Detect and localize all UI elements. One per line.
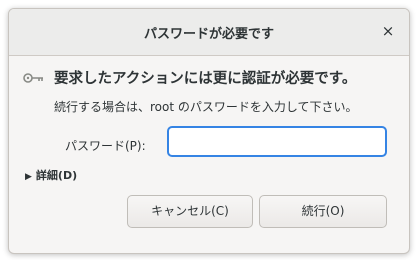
auth-description: 続行する場合は、root のパスワードを入力して下さい。 <box>54 100 358 114</box>
titlebar: パスワードが必要です × <box>9 9 409 56</box>
continue-button[interactable]: 続行(O) <box>259 195 387 228</box>
triangle-right-icon: ▶ <box>25 172 32 182</box>
close-button[interactable]: × <box>377 20 399 42</box>
close-icon: × <box>381 22 395 40</box>
auth-heading: 要求したアクションには更に認証が必要です。 <box>54 71 357 87</box>
key-icon <box>23 73 43 83</box>
dialog-title: パスワードが必要です <box>143 27 274 42</box>
password-input[interactable] <box>167 126 387 157</box>
password-dialog: パスワードが必要です × 要求したアクションには更に認証が必要です。 続行する場… <box>8 8 410 254</box>
details-label: 詳細(D) <box>35 169 78 182</box>
cancel-button[interactable]: キャンセル(C) <box>127 195 253 228</box>
details-expander[interactable]: ▶ 詳細(D) <box>25 167 77 183</box>
password-label: パスワード(P): <box>65 139 146 153</box>
